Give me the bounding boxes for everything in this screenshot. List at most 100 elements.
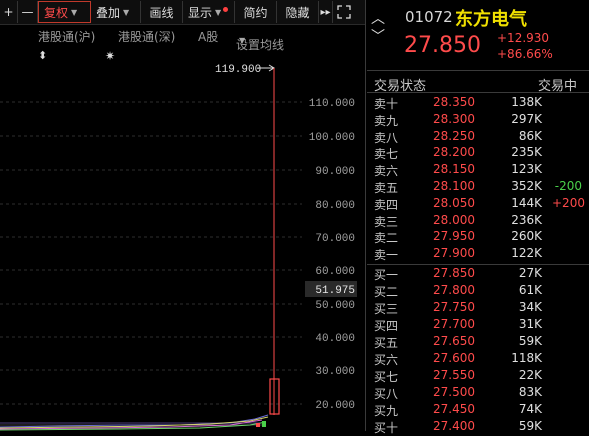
hk-connect-sh-link[interactable]: 港股通(沪) xyxy=(38,28,95,45)
bid-row[interactable]: 买六 27.600 118K xyxy=(374,351,589,367)
marker-arrow-icon: ⬍ xyxy=(38,49,47,62)
y-tick-label: 80.000 xyxy=(315,200,355,212)
bid-label: 买四 xyxy=(374,319,399,333)
price-change-pct: +86.66% xyxy=(497,47,553,61)
divider xyxy=(367,70,589,71)
bid-price: 27.450 xyxy=(433,402,475,416)
zoom-in-button[interactable]: + xyxy=(0,1,18,23)
bid-row[interactable]: 买一 27.850 27K xyxy=(374,266,589,282)
bid-volume: 74K xyxy=(518,402,542,416)
y-tick-label: 50.000 xyxy=(315,300,355,312)
draw-line-button[interactable]: 画线 xyxy=(141,1,183,23)
chart-toolbar: + — 复权 ▼ 叠加 ▼ 画线 显示 ▼ 简约 隐藏 ▸▸ xyxy=(0,0,365,25)
ask-label: 卖三 xyxy=(374,214,399,229)
ask-volume: 138K xyxy=(511,95,542,109)
bid-volume: 59K xyxy=(518,334,542,348)
a-share-link[interactable]: A股 xyxy=(198,28,218,45)
display-label: 显示 xyxy=(188,5,213,20)
ask-price: 28.300 xyxy=(433,111,475,126)
hk-connect-sz-link[interactable]: 港股通(深) xyxy=(118,28,175,45)
ask-row[interactable]: 卖九 28.300 297K xyxy=(374,112,589,128)
bid-row[interactable]: 买七 27.550 22K xyxy=(374,368,589,384)
bid-price: 27.750 xyxy=(433,300,475,314)
bid-row[interactable]: 买四 27.700 31K xyxy=(374,317,589,333)
high-price-label: 119.900 xyxy=(215,64,261,76)
ask-volume: 86K xyxy=(518,128,542,143)
ask-price: 27.900 xyxy=(433,246,475,261)
zoom-out-button[interactable]: — xyxy=(18,1,38,23)
bid-row[interactable]: 买八 27.500 83K xyxy=(374,385,589,401)
ask-label: 卖一 xyxy=(374,248,399,263)
ask-row[interactable]: 卖七 28.200 235K xyxy=(374,145,589,161)
ask-volume: 297K xyxy=(511,111,542,126)
ask-row[interactable]: 卖六 28.150 123K xyxy=(374,162,589,178)
bid-row[interactable]: 买五 27.650 59K xyxy=(374,334,589,350)
chart-subbar: 港股通(沪) 港股通(深) A股 设置均线 ▼ xyxy=(38,28,285,53)
bid-row[interactable]: 买三 27.750 34K xyxy=(374,300,589,316)
current-price-label: 51.975 xyxy=(315,285,355,297)
chevron-down-icon: ▼ xyxy=(215,7,222,17)
divider xyxy=(367,264,589,265)
fullscreen-icon[interactable] xyxy=(333,1,355,23)
ask-volume: 123K xyxy=(511,162,542,177)
ask-label: 卖二 xyxy=(374,231,399,246)
ask-price: 28.200 xyxy=(433,145,475,160)
ask-row[interactable]: 卖八 28.250 86K xyxy=(374,129,589,145)
bid-volume: 118K xyxy=(511,351,542,365)
chevron-up-icon[interactable]: ︿ xyxy=(371,8,385,28)
ask-label: 卖七 xyxy=(374,147,399,162)
bid-label: 买一 xyxy=(374,268,399,282)
bid-row[interactable]: 买十 27.400 59K xyxy=(374,419,589,435)
expand-arrow-icon[interactable]: ▸▸ xyxy=(319,1,333,23)
ask-delta: -200 xyxy=(554,179,582,193)
bid-volume: 27K xyxy=(518,266,542,280)
bid-volume: 83K xyxy=(518,385,542,399)
ask-price: 28.050 xyxy=(433,195,475,210)
bid-label: 买九 xyxy=(374,404,399,418)
bid-row[interactable]: 买九 27.450 74K xyxy=(374,402,589,418)
chevron-down-icon: ▼ xyxy=(123,7,130,17)
bid-label: 买八 xyxy=(374,387,399,401)
y-tick-label: 90.000 xyxy=(315,166,355,178)
fuquan-dropdown[interactable]: 复权 ▼ xyxy=(38,1,91,23)
ask-row[interactable]: 卖二 27.950 260K xyxy=(374,229,589,245)
bid-price: 27.850 xyxy=(433,266,475,280)
bid-volume: 31K xyxy=(518,317,542,331)
ask-row[interactable]: 卖十 28.350 138K xyxy=(374,95,589,111)
bid-volume: 34K xyxy=(518,300,542,314)
compact-button[interactable]: 简约 xyxy=(235,1,277,23)
bid-price: 27.800 xyxy=(433,283,475,297)
ask-delta: +200 xyxy=(552,195,585,210)
bid-volume: 22K xyxy=(518,368,542,382)
hide-button[interactable]: 隐藏 xyxy=(277,1,319,23)
ask-row[interactable]: 卖四 28.050 144K +200 xyxy=(374,196,589,212)
bid-label: 买六 xyxy=(374,353,399,367)
ask-price: 28.150 xyxy=(433,162,475,177)
bid-label: 买五 xyxy=(374,336,399,350)
chevron-down-icon[interactable]: ﹀ xyxy=(371,26,385,46)
bid-row[interactable]: 买二 27.800 61K xyxy=(374,283,589,299)
y-tick-label: 30.000 xyxy=(315,366,355,378)
ask-row[interactable]: 卖一 27.900 122K xyxy=(374,246,589,262)
bid-volume: 61K xyxy=(518,283,542,297)
panel-divider xyxy=(365,0,366,431)
ask-row[interactable]: 卖五 28.100 352K -200 xyxy=(374,179,589,195)
ask-label: 卖四 xyxy=(374,197,399,212)
last-price: 27.850 xyxy=(404,33,481,58)
y-tick-label: 60.000 xyxy=(315,266,355,278)
ask-volume: 236K xyxy=(511,212,542,227)
display-dropdown[interactable]: 显示 ▼ xyxy=(183,1,235,23)
y-tick-label: 100.000 xyxy=(309,132,355,144)
y-tick-label: 40.000 xyxy=(315,333,355,345)
ask-price: 28.250 xyxy=(433,128,475,143)
ask-volume: 144K xyxy=(511,195,542,210)
notification-dot xyxy=(223,6,229,12)
diejia-dropdown[interactable]: 叠加 ▼ xyxy=(91,1,141,23)
ask-label: 卖六 xyxy=(374,164,399,179)
ask-row[interactable]: 卖三 28.000 236K xyxy=(374,213,589,229)
chevron-down-icon: ▼ xyxy=(239,36,246,45)
price-chart[interactable]: ⬍ ✷ 110.000 100.000 90.000 80.000 70.000… xyxy=(0,47,365,431)
bid-price: 27.700 xyxy=(433,317,475,331)
y-tick-label: 110.000 xyxy=(309,98,355,110)
bid-label: 买三 xyxy=(374,302,399,316)
